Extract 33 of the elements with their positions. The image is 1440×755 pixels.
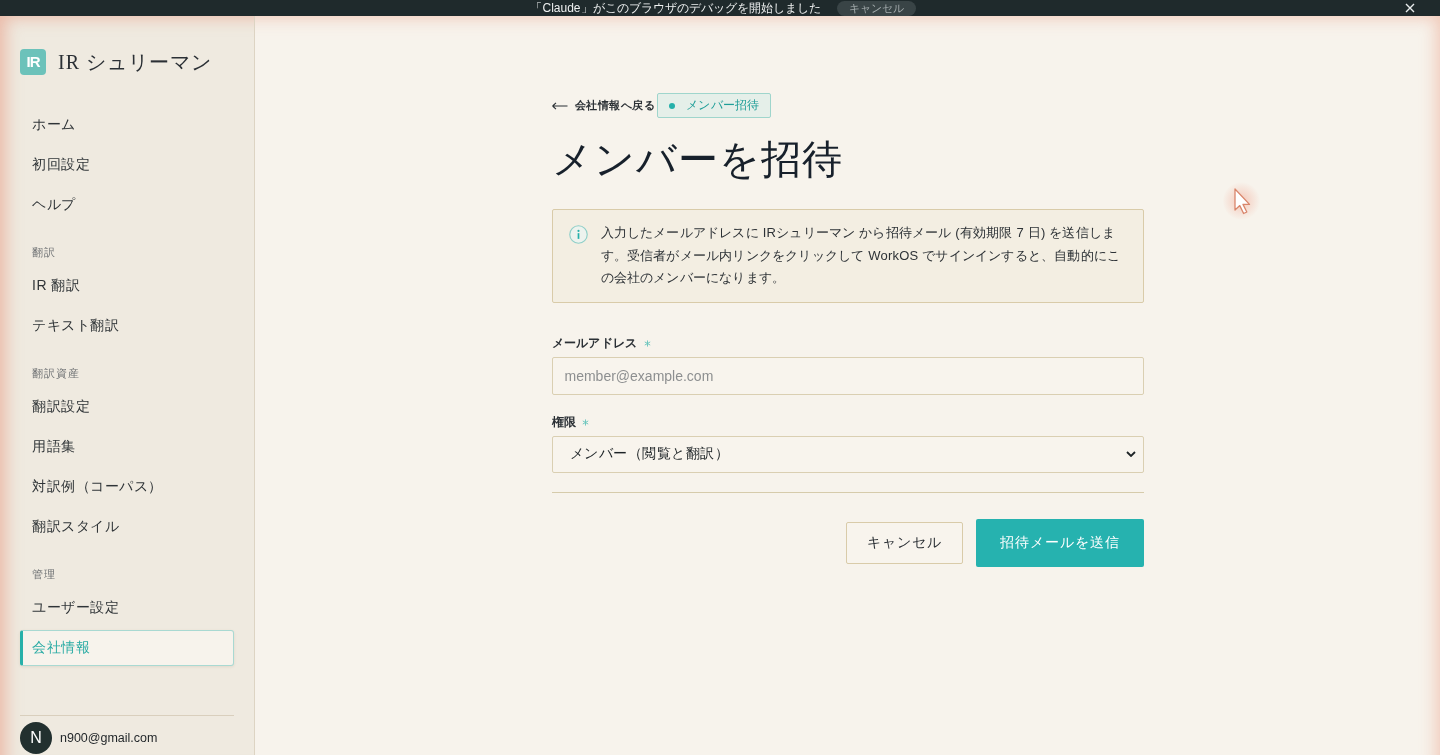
nav-section-heading: 翻訳資産	[31, 366, 81, 381]
current-page-label: メンバー招待	[686, 97, 760, 114]
logo-mark: IR	[20, 49, 46, 75]
nav-item[interactable]: IR 翻訳	[20, 268, 234, 304]
field-label: メールアドレス	[551, 335, 638, 352]
nav-item[interactable]: 用語集	[20, 429, 234, 465]
close-icon[interactable]	[1405, 3, 1415, 13]
nav-item[interactable]: ユーザー設定	[20, 590, 234, 626]
nav-item[interactable]: テキスト翻訳	[20, 308, 234, 344]
back-arrow-icon	[551, 101, 568, 110]
banner-message: 「Claude」がこのブラウザのデバッグを開始しました	[530, 0, 821, 16]
nav-item[interactable]: 翻訳設定	[20, 389, 234, 425]
nav-section-heading: 管理	[31, 567, 57, 582]
back-link[interactable]: 会社情報へ戻る	[551, 98, 655, 113]
status-dot-icon	[669, 102, 675, 109]
role-select[interactable]: メンバー（閲覧と翻訳）	[551, 435, 1144, 473]
account-email: n900@gmail.com	[60, 731, 158, 745]
notice-text: 入力したメールアドレスに IRシュリーマン から招待メール (有効期限 7 日) を送信します。受信者がメール内リンクをクリックして WorkOS でサインインすると、自動的にこの会社のメンバーになります。	[600, 224, 1122, 287]
info-icon	[568, 225, 588, 244]
nav-item[interactable]: 翻訳スタイル	[20, 509, 234, 545]
nav-section-heading: 翻訳	[31, 245, 57, 260]
app-name: IR シュリーマン	[58, 49, 212, 75]
cancel-button[interactable]: キャンセル	[845, 521, 963, 564]
banner-cancel-button[interactable]: キャンセル	[836, 0, 916, 16]
nav-item[interactable]: ヘルプ	[20, 187, 234, 223]
page-title: メンバーを招待	[551, 136, 844, 184]
nav-item[interactable]: ホーム	[20, 107, 234, 143]
chevron-down-icon	[1125, 451, 1136, 457]
email-field[interactable]: member@example.com	[551, 356, 1144, 395]
nav-item[interactable]: 初回設定	[20, 147, 234, 183]
nav-item[interactable]: 対訳例（コーパス）	[20, 469, 234, 505]
avatar[interactable]: N	[20, 722, 52, 754]
field-label: 権限	[551, 414, 577, 431]
